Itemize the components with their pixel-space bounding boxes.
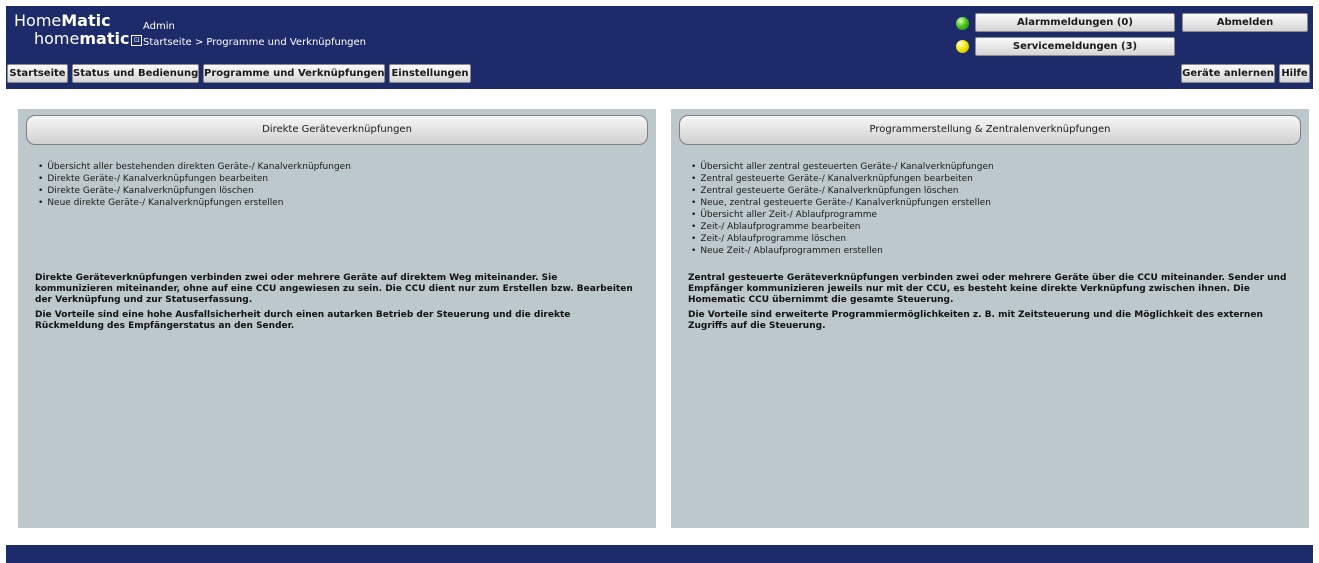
alarm-messages-button[interactable]: Alarmmeldungen (0): [975, 13, 1175, 32]
direct-links-button[interactable]: Direkte Geräteverknüpfungen: [26, 115, 648, 145]
list-item: Direkte Geräte-/ Kanalverknüpfungen lösc…: [38, 185, 351, 197]
nav-status-und-bedienung[interactable]: Status und Bedienung: [72, 64, 199, 83]
program-creation-button[interactable]: Programmerstellung & Zentralenverknüpfun…: [679, 115, 1301, 145]
list-item: Neue, zentral gesteuerte Geräte-/ Kanalv…: [691, 197, 994, 209]
programs-description: Zentral gesteuerte Geräteverknüpfungen v…: [688, 273, 1288, 336]
description-paragraph: Die Vorteile sind erweiterte Programmier…: [688, 310, 1263, 331]
direct-links-panel: Direkte Geräteverknüpfungen Übersicht al…: [18, 109, 656, 528]
logo-text-a: Home: [14, 11, 62, 30]
list-item: Zeit-/ Ablaufprogramme bearbeiten: [691, 221, 994, 233]
direct-links-feature-list: Übersicht aller bestehenden direkten Ger…: [38, 161, 351, 209]
service-status-led-icon: [956, 40, 969, 53]
logo-text-c: home: [34, 29, 80, 48]
user-name: Admin: [143, 21, 175, 32]
nav-startseite[interactable]: Startseite: [7, 64, 68, 83]
list-item: Direkte Geräte-/ Kanalverknüpfungen bear…: [38, 173, 351, 185]
list-item: Zeit-/ Ablaufprogramme löschen: [691, 233, 994, 245]
list-item: Zentral gesteuerte Geräte-/ Kanalverknüp…: [691, 173, 994, 185]
top-header: HomeMatic homematic ⊡ Admin Startseite > …: [6, 6, 1313, 89]
breadcrumb: Startseite > Programme und Verknüpfungen: [143, 37, 367, 48]
description-paragraph: Zentral gesteuerte Geräteverknüpfungen v…: [688, 273, 1287, 305]
list-item: Übersicht aller bestehenden direkten Ger…: [38, 161, 351, 173]
logo-text-b: Matic: [61, 11, 111, 30]
programs-feature-list: Übersicht aller zentral gesteuerten Gerä…: [691, 161, 994, 257]
logout-button[interactable]: Abmelden: [1182, 13, 1308, 32]
nav-programme-und-verknuepfungen[interactable]: Programme und Verknüpfungen: [203, 64, 385, 83]
logo-text-d: matic: [79, 29, 130, 48]
teach-in-devices-button[interactable]: Geräte anlernen: [1181, 64, 1275, 83]
footer-bar: [6, 545, 1313, 563]
service-messages-button[interactable]: Servicemeldungen (3): [975, 37, 1175, 56]
help-button[interactable]: Hilfe: [1279, 64, 1310, 83]
list-item: Übersicht aller zentral gesteuerten Gerä…: [691, 161, 993, 173]
list-item: Neue direkte Geräte-/ Kanalverknüpfungen…: [38, 197, 351, 209]
direct-links-description: Direkte Geräteverknüpfungen verbinden zw…: [35, 273, 635, 336]
description-paragraph: Die Vorteile sind eine hohe Ausfallsiche…: [35, 310, 571, 331]
programs-panel: Programmerstellung & Zentralenverknüpfun…: [671, 109, 1309, 528]
logo-box-icon: ⊡: [131, 35, 143, 46]
list-item: Neue Zeit-/ Ablaufprogrammen erstellen: [691, 245, 994, 257]
list-item: Übersicht aller Zeit-/ Ablaufprogramme: [691, 209, 994, 221]
list-item: Zentral gesteuerte Geräte-/ Kanalverknüp…: [691, 185, 994, 197]
nav-einstellungen[interactable]: Einstellungen: [389, 64, 471, 83]
description-paragraph: Direkte Geräteverknüpfungen verbinden zw…: [35, 273, 633, 305]
homematic-logo[interactable]: HomeMatic homematic ⊡: [14, 11, 143, 48]
alarm-status-led-icon: [956, 17, 969, 30]
